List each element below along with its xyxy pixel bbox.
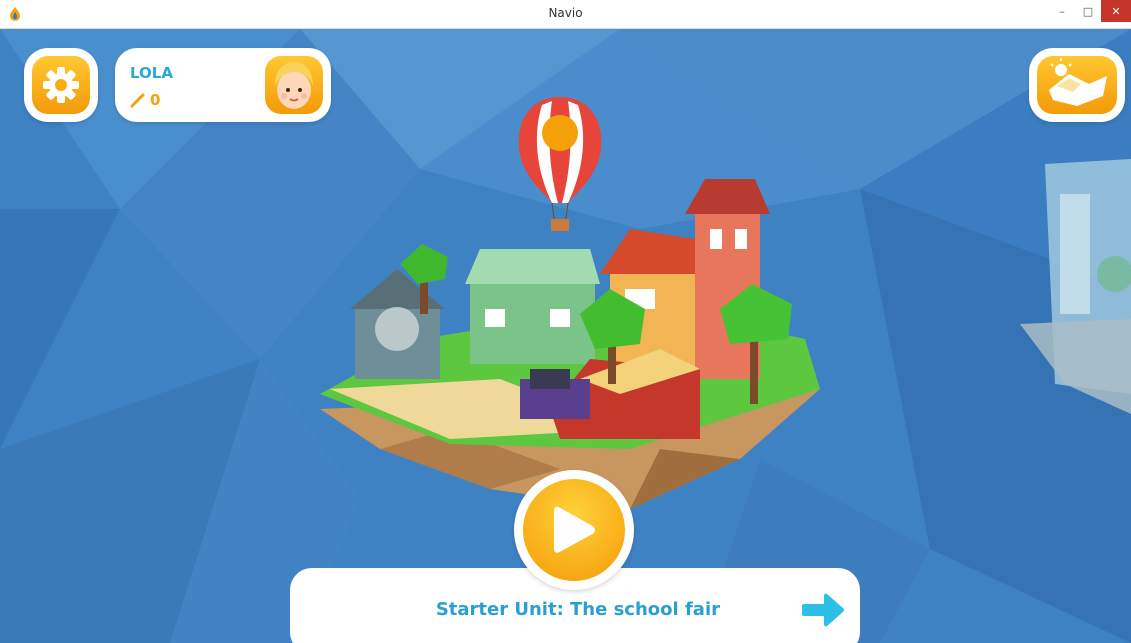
gear-icon: [43, 67, 79, 103]
avatar[interactable]: [265, 56, 323, 114]
map-island-icon: [1049, 58, 1107, 106]
window-titlebar: Navio – □ ✕: [0, 0, 1131, 29]
play-button-face: [523, 479, 625, 581]
next-island-preview: [1020, 159, 1131, 414]
settings-button[interactable]: [24, 48, 98, 122]
profile-name: LOLA: [130, 64, 173, 82]
profile-score: 0: [130, 91, 160, 109]
map-button-face: [1037, 56, 1117, 114]
maximize-button[interactable]: □: [1075, 0, 1101, 22]
play-icon: [554, 506, 595, 553]
avatar-girl-icon: [275, 62, 313, 109]
profile-score-value: 0: [150, 91, 161, 109]
settings-button-face: [32, 56, 90, 114]
map-button[interactable]: [1029, 48, 1125, 122]
unit-title: Starter Unit: The school fair: [435, 599, 720, 620]
window-controls: – □ ✕: [1049, 0, 1131, 22]
play-button[interactable]: [514, 470, 634, 590]
window-title: Navio: [548, 6, 583, 20]
minimize-button[interactable]: –: [1049, 0, 1075, 22]
profile-card[interactable]: LOLA 0: [115, 48, 331, 122]
close-button[interactable]: ✕: [1101, 0, 1131, 22]
hot-air-balloon: [518, 97, 602, 231]
arrow-right-icon[interactable]: [800, 592, 846, 628]
game-scene: LOLA 0 Starter Unit: The school fair: [0, 29, 1131, 643]
pencil-icon: [130, 93, 145, 108]
